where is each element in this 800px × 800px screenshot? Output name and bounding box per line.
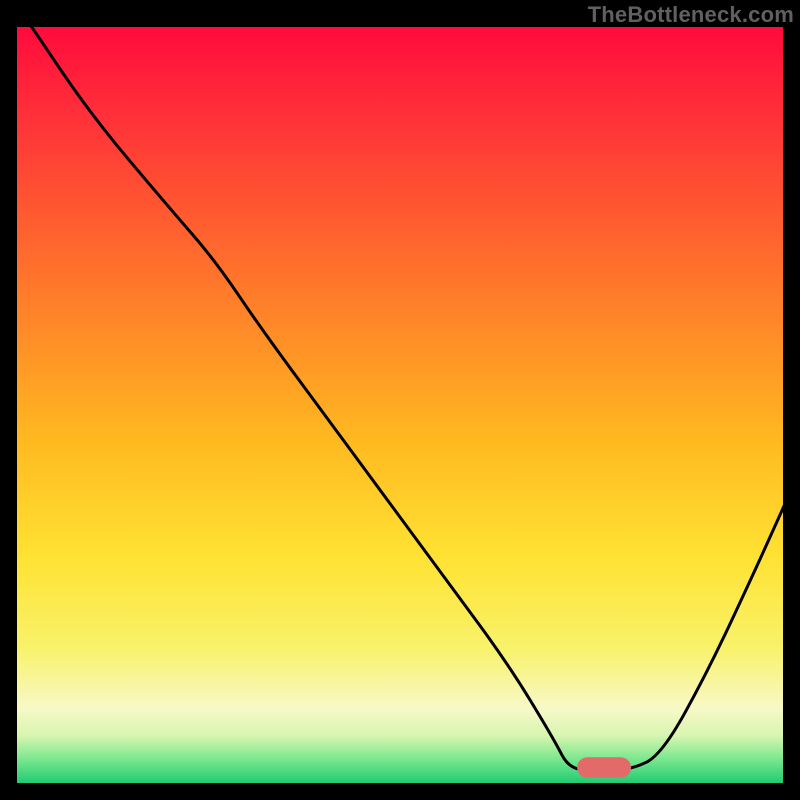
watermark-text: TheBottleneck.com (588, 2, 794, 28)
chart-plot-area (15, 25, 785, 785)
optimal-marker (577, 757, 631, 778)
gradient-background (15, 25, 785, 785)
chart-frame: TheBottleneck.com (0, 0, 800, 800)
chart-svg (15, 25, 785, 785)
